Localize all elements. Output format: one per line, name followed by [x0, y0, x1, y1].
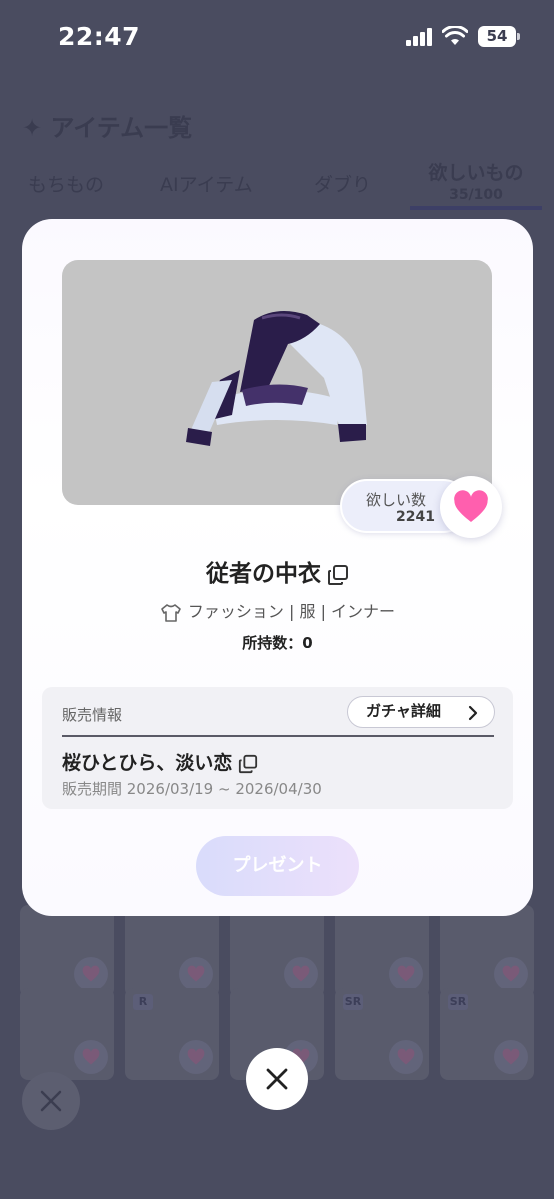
grid-item[interactable]: [125, 905, 219, 997]
cellular-signal-icon: [406, 28, 434, 46]
status-time: 22:47: [58, 22, 141, 51]
sale-period: 販売期間 2026/03/19 ~ 2026/04/30: [62, 780, 322, 798]
tab-duplicates[interactable]: ダブり: [314, 170, 371, 197]
modal-close-button[interactable]: [246, 1048, 308, 1110]
grid-item[interactable]: SR: [335, 988, 429, 1080]
heart-icon[interactable]: [494, 957, 528, 991]
item-name-row: 従者の中衣: [22, 554, 533, 588]
status-bar: 22:47 54: [0, 0, 554, 70]
grid-item[interactable]: [20, 905, 114, 997]
grid-item[interactable]: [335, 905, 429, 997]
tab-wishlist-count: 35/100: [449, 187, 503, 203]
item-category: ファッション | 服 | インナー: [187, 602, 396, 621]
grid-item[interactable]: [20, 988, 114, 1080]
heart-icon[interactable]: [389, 1040, 423, 1074]
tab-mochimono[interactable]: もちもの: [28, 170, 104, 197]
grid-item[interactable]: R: [125, 988, 219, 1080]
item-detail-modal: 欲しい数 2241 従者の中衣 ファッション | 服 | インナー 所持数：0 …: [22, 219, 533, 916]
sale-info-panel: 販売情報 ガチャ詳細 桜ひとひら、淡い恋 販売期間 2026/03/19 ~ 2…: [42, 687, 513, 809]
owned-count: 所持数：0: [242, 634, 313, 652]
copy-icon[interactable]: [238, 754, 258, 774]
heart-icon[interactable]: [389, 957, 423, 991]
heart-icon: [454, 490, 488, 523]
wish-count-value: 2241: [396, 509, 435, 525]
item-name: 従者の中衣: [206, 561, 321, 587]
chevron-right-icon: [468, 705, 478, 721]
close-icon: [40, 1090, 62, 1112]
wifi-icon: [442, 26, 468, 45]
sale-info-label: 販売情報: [62, 706, 123, 724]
page-title: ✦ アイテム一覧: [22, 114, 193, 142]
tab-wishlist-label: 欲しいもの: [428, 162, 524, 184]
wish-count-widget: 欲しい数 2241: [340, 476, 502, 538]
garment-illustration: [186, 311, 367, 446]
heart-icon[interactable]: [179, 1040, 213, 1074]
item-category-row: ファッション | 服 | インナー: [22, 598, 533, 623]
copy-icon[interactable]: [327, 564, 349, 586]
gacha-detail-button[interactable]: ガチャ詳細: [347, 696, 495, 728]
grid-item[interactable]: [230, 905, 324, 997]
grid-item[interactable]: SR: [440, 988, 534, 1080]
wish-count-label: 欲しい数: [366, 491, 427, 509]
heart-icon[interactable]: [74, 1040, 108, 1074]
heart-icon[interactable]: [284, 957, 318, 991]
tab-indicator: [410, 206, 542, 210]
shirt-icon: [161, 603, 181, 622]
heart-icon[interactable]: [74, 957, 108, 991]
tab-ai-items[interactable]: AIアイテム: [160, 170, 253, 197]
heart-icon[interactable]: [494, 1040, 528, 1074]
gacha-name-row: 桜ひとひら、淡い恋: [62, 748, 258, 775]
wish-heart-button[interactable]: [440, 476, 502, 538]
rarity-badge: SR: [343, 994, 363, 1010]
gacha-name: 桜ひとひら、淡い恋: [62, 752, 233, 774]
rarity-badge: SR: [448, 994, 468, 1010]
battery-icon: 54: [478, 26, 520, 47]
heart-icon[interactable]: [179, 957, 213, 991]
grid-item[interactable]: [440, 905, 534, 997]
close-icon: [266, 1068, 288, 1090]
rarity-badge: R: [133, 994, 153, 1010]
item-preview-image: [62, 260, 492, 505]
present-button[interactable]: プレゼント: [196, 836, 359, 896]
divider: [62, 735, 494, 737]
gacha-detail-label: ガチャ詳細: [366, 702, 441, 720]
background-close-button[interactable]: [22, 1072, 80, 1130]
tab-wishlist[interactable]: 欲しいもの 35/100: [410, 158, 542, 203]
